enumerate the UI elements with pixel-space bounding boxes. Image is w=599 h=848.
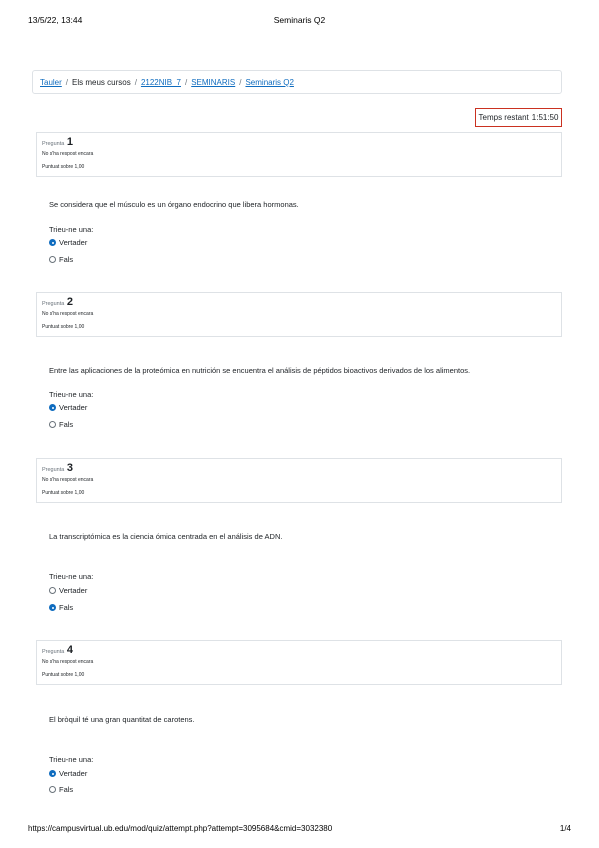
question-state: No s'ha respost encara: [42, 311, 94, 317]
option-label: Fals: [59, 255, 74, 264]
question-text-1: Se considera que el músculo es un órgano…: [49, 200, 299, 209]
question-state: No s'ha respost encara: [42, 151, 94, 157]
radio-button[interactable]: [49, 421, 56, 428]
question-text-4: El bròquil té una gran quantitat de caro…: [49, 715, 195, 724]
question-info-3: Pregunta 3 No s'ha respost encara Puntua…: [36, 458, 562, 503]
radio-button[interactable]: [49, 604, 56, 611]
option-fals-4[interactable]: Fals: [49, 785, 73, 794]
breadcrumb-item-tauler[interactable]: Tauler: [40, 78, 62, 87]
radio-button[interactable]: [49, 239, 56, 246]
question-number: Pregunta 2: [42, 296, 73, 308]
breadcrumb-separator: /: [239, 77, 242, 87]
option-vertader-4[interactable]: Vertader: [49, 769, 87, 778]
radio-button[interactable]: [49, 786, 56, 793]
question-prompt-1: Trieu-ne una:: [49, 225, 94, 234]
option-label: Fals: [59, 420, 74, 429]
option-label: Fals: [59, 603, 74, 612]
question-state: No s'ha respost encara: [42, 477, 94, 483]
breadcrumb-separator: /: [184, 77, 188, 87]
print-url: https://campusvirtual.ub.edu/mod/quiz/at…: [28, 824, 333, 833]
print-header: 13/5/22, 13:44 Seminaris Q2: [28, 15, 571, 27]
question-number: Pregunta 1: [42, 136, 73, 148]
print-page-number: 1/4: [559, 824, 571, 833]
option-label: Fals: [59, 785, 74, 794]
question-text-3: La transcriptómica es la ciencia ómica c…: [49, 532, 283, 541]
radio-button[interactable]: [49, 256, 56, 263]
question-prompt-2: Trieu-ne una:: [49, 390, 94, 399]
question-info-2: Pregunta 2 No s'ha respost encara Puntua…: [36, 292, 562, 337]
breadcrumb-separator: /: [65, 77, 69, 87]
breadcrumb-item-quiz[interactable]: Seminaris Q2: [245, 78, 293, 87]
question-number: Pregunta 3: [42, 462, 73, 474]
radio-button[interactable]: [49, 587, 56, 594]
option-fals-2[interactable]: Fals: [49, 420, 73, 429]
option-vertader-3[interactable]: Vertader: [49, 586, 87, 595]
option-label: Vertader: [59, 586, 88, 595]
print-footer: https://campusvirtual.ub.edu/mod/quiz/at…: [28, 824, 571, 836]
option-label: Vertader: [59, 403, 88, 412]
radio-button[interactable]: [49, 404, 56, 411]
breadcrumb: Tauler / Els meus cursos / 2122NIB_7 / S…: [32, 70, 562, 94]
option-fals-3[interactable]: Fals: [49, 603, 73, 612]
timer-label: Temps restant: [478, 113, 529, 122]
question-text-2: Entre las aplicaciones de la proteómica …: [49, 366, 471, 375]
timer-value: 1:51:50: [531, 113, 559, 122]
breadcrumb-item-my-courses: Els meus cursos: [72, 77, 131, 87]
quiz-timer: Temps restant 1:51:50: [475, 108, 562, 127]
option-vertader-1[interactable]: Vertader: [49, 238, 87, 247]
question-info-1: Pregunta 1 No s'ha respost encara Puntua…: [36, 132, 562, 177]
breadcrumb-item-course[interactable]: 2122NIB_7: [141, 78, 181, 87]
option-fals-1[interactable]: Fals: [49, 255, 73, 264]
question-info-4: Pregunta 4 No s'ha respost encara Puntua…: [36, 640, 562, 685]
question-grade: Puntuat sobre 1,00: [42, 164, 85, 170]
question-prompt-3: Trieu-ne una:: [49, 572, 94, 581]
option-label: Vertader: [59, 769, 88, 778]
option-label: Vertader: [59, 238, 88, 247]
question-state: No s'ha respost encara: [42, 659, 94, 665]
question-grade: Puntuat sobre 1,00: [42, 324, 85, 330]
breadcrumb-separator: /: [134, 77, 137, 87]
print-title: Seminaris Q2: [273, 15, 326, 25]
option-vertader-2[interactable]: Vertader: [49, 403, 87, 412]
question-number: Pregunta 4: [42, 644, 73, 656]
radio-button[interactable]: [49, 770, 56, 777]
breadcrumb-item-seminaris[interactable]: SEMINARIS: [191, 78, 235, 87]
question-grade: Puntuat sobre 1,00: [42, 490, 85, 496]
question-grade: Puntuat sobre 1,00: [42, 672, 85, 678]
question-prompt-4: Trieu-ne una:: [49, 755, 94, 764]
